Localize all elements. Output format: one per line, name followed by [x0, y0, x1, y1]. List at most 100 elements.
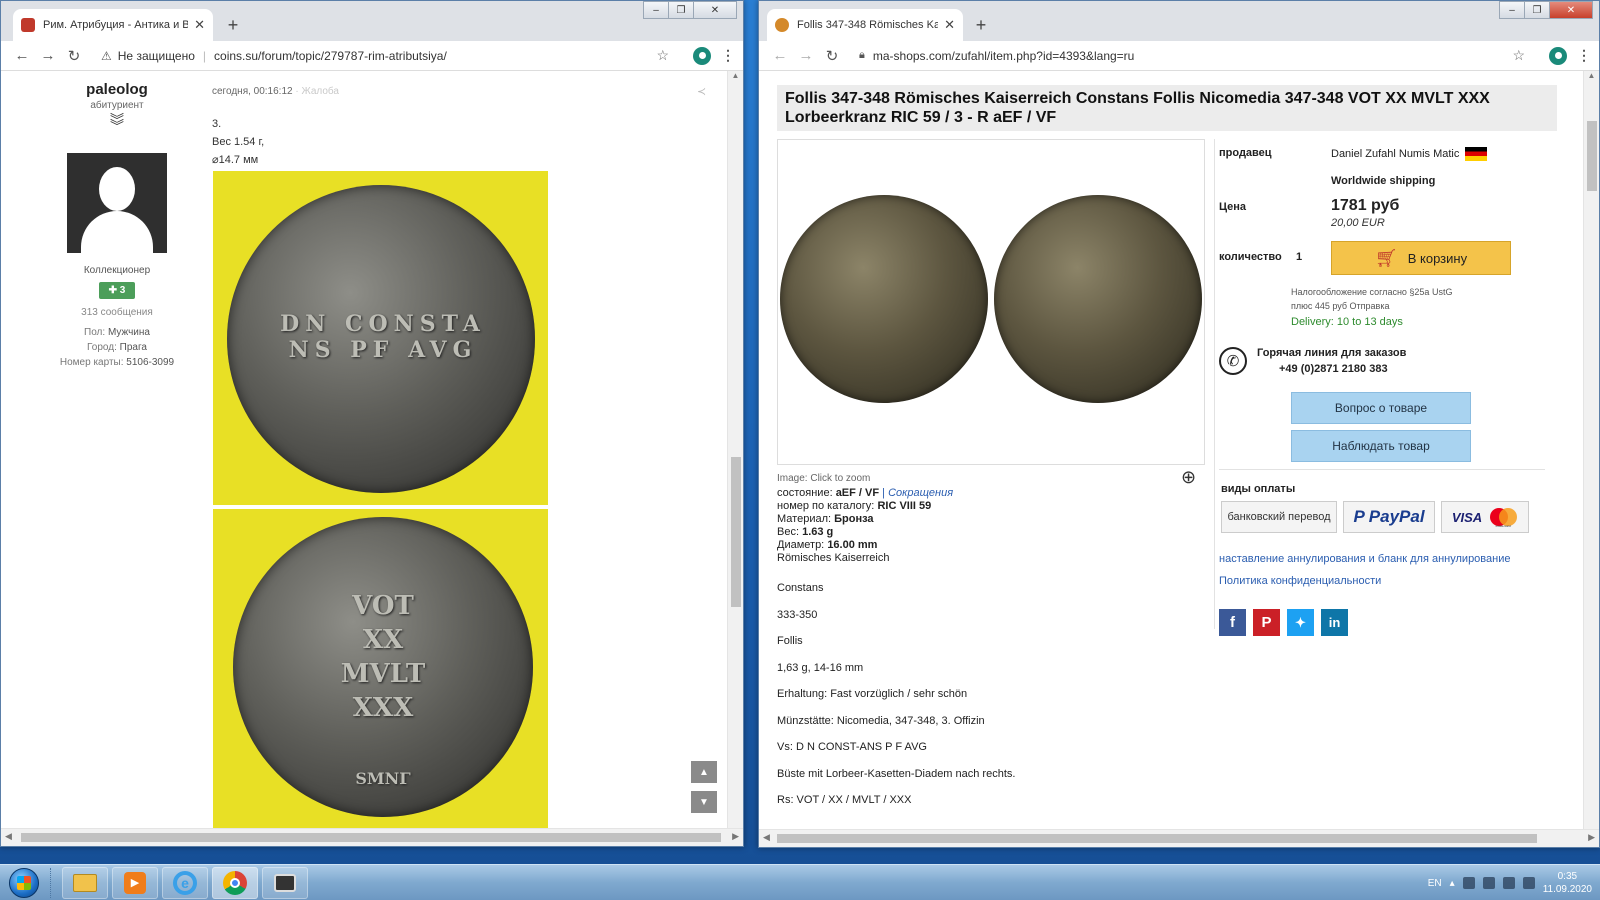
- lock-icon: 🔒︎: [859, 49, 865, 61]
- horizontal-scrollbar-thumb[interactable]: [777, 834, 1537, 843]
- tray-app-icon[interactable]: [1462, 877, 1475, 889]
- zoom-in-icon[interactable]: ⊕: [1181, 467, 1196, 488]
- linkedin-share-icon[interactable]: in: [1321, 609, 1348, 636]
- ask-question-button[interactable]: Вопрос о товаре: [1291, 392, 1471, 424]
- media-player-taskbar-button[interactable]: ▶: [112, 866, 158, 899]
- add-to-cart-button[interactable]: 🛒︎ В корзину: [1331, 241, 1511, 275]
- start-button[interactable]: [4, 866, 44, 900]
- not-secure-label: Не защищено: [117, 48, 195, 63]
- product-image[interactable]: [777, 139, 1205, 465]
- quantity-value[interactable]: 1: [1296, 251, 1302, 263]
- tab-title: Follis 347-348 Römisches Kaiserr: [797, 19, 938, 31]
- close-icon[interactable]: ✕: [194, 17, 205, 33]
- scroll-up-arrow-icon[interactable]: ▲: [728, 71, 743, 85]
- tray-app-icon[interactable]: [1482, 877, 1495, 889]
- seller-name-row: Daniel Zufahl Numis Matic: [1331, 147, 1488, 161]
- maximize-button[interactable]: ❐: [1524, 1, 1550, 19]
- scroll-to-bottom-button[interactable]: ▼: [691, 791, 717, 813]
- hotline-phone[interactable]: +49 (0)2871 2180 383: [1279, 363, 1388, 375]
- explorer-taskbar-button[interactable]: [62, 866, 108, 899]
- description-line: Constans: [777, 582, 824, 594]
- cancellation-link[interactable]: наставление аннулирования и бланк для ан…: [1219, 553, 1510, 565]
- profile-avatar-icon[interactable]: [693, 46, 711, 65]
- profile-avatar-icon[interactable]: [1549, 46, 1567, 65]
- window-controls: ‒ ❐ ✕: [643, 1, 737, 19]
- scrollbar-thumb[interactable]: [1587, 121, 1597, 191]
- avatar[interactable]: [67, 153, 167, 253]
- minimize-button[interactable]: ‒: [643, 1, 669, 19]
- close-icon[interactable]: ✕: [944, 17, 955, 33]
- address-bar[interactable]: ⚠ Не защищено | coins.su/forum/topic/279…: [93, 44, 677, 68]
- network-icon[interactable]: [1522, 877, 1535, 889]
- scrollbar-thumb[interactable]: [731, 457, 741, 607]
- camera-app-taskbar-button[interactable]: [262, 866, 308, 899]
- bookmark-star-icon[interactable]: ☆: [1512, 47, 1525, 64]
- tab-forum[interactable]: Рим. Атрибуция - Антика и Визант ✕: [13, 9, 213, 41]
- system-tray: EN ▴ 0:35 11.09.2020: [1428, 865, 1600, 900]
- close-window-button[interactable]: ✕: [1549, 1, 1593, 19]
- clock-time: 0:35: [1557, 871, 1578, 882]
- horizontal-scrollbar-thumb[interactable]: [21, 833, 721, 842]
- maximize-button[interactable]: ❐: [668, 1, 694, 19]
- back-arrow-icon[interactable]: ←: [767, 47, 793, 64]
- privacy-policy-link[interactable]: Политика конфиденциальности: [1219, 575, 1381, 587]
- post-count: 313 сообщения: [81, 307, 153, 318]
- media-player-icon: ▶: [124, 871, 146, 894]
- page-viewport: paleolog абитуриент ︾ ︾ Коллекционер ✚ 3 …: [1, 71, 727, 828]
- new-tab-button[interactable]: +: [969, 13, 993, 37]
- coin-obverse-photo[interactable]: DN CONSTA NS PF AVG: [213, 171, 548, 505]
- seller-name[interactable]: Daniel Zufahl Numis Matic: [1331, 148, 1459, 160]
- chrome-taskbar-button[interactable]: [212, 866, 258, 899]
- scroll-right-arrow-icon[interactable]: ▶: [1588, 832, 1595, 843]
- post-timestamp[interactable]: сегодня, 00:16:12: [212, 86, 293, 97]
- forward-arrow-icon[interactable]: →: [35, 47, 61, 64]
- close-window-button[interactable]: ✕: [693, 1, 737, 19]
- description-line: Follis: [777, 635, 803, 647]
- reload-icon[interactable]: ↻: [819, 47, 845, 65]
- system-clock[interactable]: 0:35 11.09.2020: [1543, 870, 1592, 896]
- internet-explorer-taskbar-button[interactable]: e: [162, 866, 208, 899]
- tab-ma-shops[interactable]: Follis 347-348 Römisches Kaiserr ✕: [767, 9, 963, 41]
- horizontal-scrollbar[interactable]: ◀ ▶: [1, 828, 743, 846]
- weight-label: Вес:: [777, 526, 800, 538]
- new-tab-button[interactable]: +: [221, 13, 245, 37]
- forward-arrow-icon[interactable]: →: [793, 47, 819, 64]
- abbreviations-link[interactable]: Сокращения: [888, 487, 953, 499]
- vertical-scrollbar[interactable]: ▲: [727, 71, 743, 828]
- horizontal-scrollbar[interactable]: ◀ ▶: [759, 829, 1599, 847]
- hotline-label: Горячая линия для заказов: [1257, 347, 1407, 359]
- catalog-label: номер по каталогу:: [777, 500, 875, 512]
- reload-icon[interactable]: ↻: [61, 47, 87, 65]
- language-indicator[interactable]: EN: [1428, 878, 1442, 889]
- scroll-to-top-button[interactable]: ▲: [691, 761, 717, 783]
- scroll-left-arrow-icon[interactable]: ◀: [5, 831, 12, 842]
- post-body: 3. Вес 1.54 г, ⌀14.7 мм: [212, 115, 264, 169]
- menu-dots-icon[interactable]: ⋮: [721, 47, 735, 64]
- price-eur: 20,00 EUR: [1331, 217, 1385, 229]
- minimize-button[interactable]: ‒: [1499, 1, 1525, 19]
- condition-label: состояние:: [777, 487, 833, 499]
- internet-explorer-icon: e: [173, 870, 197, 895]
- scroll-right-arrow-icon[interactable]: ▶: [732, 831, 739, 842]
- twitter-share-icon[interactable]: ✦: [1287, 609, 1314, 636]
- share-icon[interactable]: ≺: [697, 85, 706, 98]
- condition-value: aEF / VF: [835, 487, 880, 499]
- tray-expand-icon[interactable]: ▴: [1450, 878, 1455, 889]
- back-arrow-icon[interactable]: ←: [9, 47, 35, 64]
- watch-item-button[interactable]: Наблюдать товар: [1291, 430, 1471, 462]
- coin-reverse-photo[interactable]: VOT XX MVLT XXX SMNΓ: [213, 509, 548, 828]
- menu-dots-icon[interactable]: ⋮: [1577, 47, 1591, 64]
- description-line: 1,63 g, 14-16 mm: [777, 661, 864, 674]
- address-bar[interactable]: 🔒︎ ma-shops.com/zufahl/item.php?id=4393&…: [851, 44, 1533, 68]
- volume-icon[interactable]: [1502, 877, 1515, 889]
- username[interactable]: paleolog: [53, 81, 181, 98]
- url-text: ma-shops.com/zufahl/item.php?id=4393&lan…: [872, 48, 1135, 63]
- vertical-scrollbar[interactable]: ▲: [1583, 71, 1599, 829]
- scroll-up-arrow-icon[interactable]: ▲: [1584, 71, 1599, 85]
- report-link[interactable]: · Жалоба: [295, 86, 339, 97]
- scroll-left-arrow-icon[interactable]: ◀: [763, 832, 770, 843]
- pinterest-share-icon[interactable]: P: [1253, 609, 1280, 636]
- user-group: Коллекционер: [83, 265, 151, 276]
- bookmark-star-icon[interactable]: ☆: [656, 47, 669, 64]
- facebook-share-icon[interactable]: f: [1219, 609, 1246, 636]
